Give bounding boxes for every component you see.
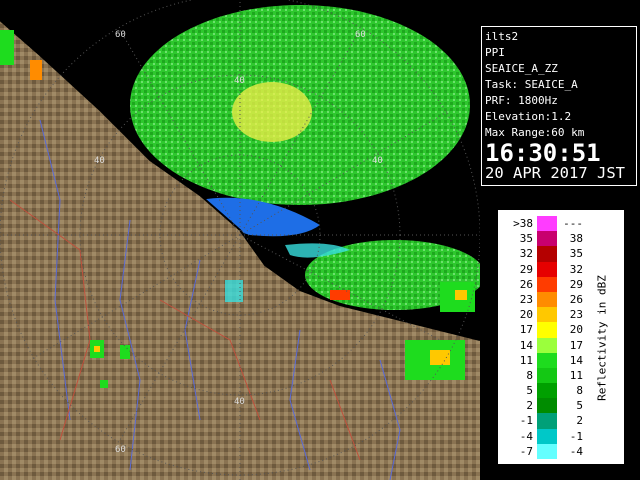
legend-swatch (537, 367, 557, 384)
legend-lower-bound: 29 (519, 262, 533, 276)
legend-lower-bound: 14 (519, 338, 533, 352)
legend-row: -1 2 (507, 413, 587, 429)
legend-row: 29 32 (507, 261, 587, 277)
legend-row: 23 26 (507, 291, 587, 308)
legend-row: 20 23 (507, 307, 587, 323)
legend-row: 25 (507, 398, 587, 414)
legend-lower-bound: 17 (519, 323, 533, 337)
scan-date: 20 APR 2017 JST (485, 164, 625, 182)
legend-swatch (537, 398, 557, 414)
reflectivity-legend: >38 --- 35 38 32 35 29 32 26 29 23 26 20 23 17 20 14 17 11… (498, 210, 624, 464)
legend-upper-bound: 35 (569, 247, 583, 261)
scan-info-panel: ilts2 PPI SEAICE_A_ZZ Task: SEAICE_A PRF… (481, 26, 637, 186)
legend-swatch (537, 231, 557, 247)
legend-swatch (537, 383, 557, 399)
range-label: 40 (94, 156, 105, 166)
legend-upper-bound: 20 (569, 323, 583, 337)
legend-swatch (537, 261, 557, 277)
legend-lower-bound: 8 (526, 368, 533, 382)
legend-row: 35 38 (507, 231, 587, 247)
scan-time: 16:30:51 (485, 139, 601, 167)
legend-lower-bound: 20 (519, 308, 533, 322)
legend-lower-bound: 26 (519, 277, 533, 291)
radar-ppi-display[interactable]: 60 40 40 60 40 40 60 (0, 0, 480, 480)
legend-swatch (537, 443, 557, 459)
task-name: Task: SEAICE_A (485, 78, 578, 91)
legend-row: 26 29 (507, 276, 587, 292)
station-name: ilts2 (485, 30, 519, 43)
legend-lower-bound: -7 (519, 444, 533, 458)
legend-upper-bound: --- (563, 217, 583, 230)
legend-swatch (537, 246, 557, 262)
legend-swatch (537, 322, 557, 338)
legend-swatch (537, 337, 557, 353)
product-name: SEAICE_A_ZZ (485, 62, 558, 75)
legend-swatch (537, 291, 557, 308)
legend-row: 14 17 (507, 337, 587, 353)
legend-lower-bound: -1 (519, 414, 533, 428)
legend-row: >38 --- (507, 216, 587, 232)
legend-lower-bound: 11 (519, 353, 533, 367)
range-label: 60 (115, 30, 126, 40)
legend-upper-bound: 11 (569, 368, 583, 382)
range-label: 40 (372, 156, 383, 166)
legend-row: 32 35 (507, 246, 587, 262)
legend-lower-bound: >38 (513, 217, 533, 230)
legend-upper-bound: -4 (569, 444, 583, 458)
legend-lower-bound: 35 (519, 232, 533, 246)
legend-row: -7 -4 (507, 443, 587, 459)
legend-lower-bound: 23 (519, 292, 533, 306)
legend-title: Reflectivity in dBZ (595, 275, 609, 401)
legend-swatch (537, 276, 557, 292)
legend-lower-bound: 2 (526, 399, 533, 413)
legend-row: 11 14 (507, 352, 587, 368)
legend-upper-bound: 14 (569, 353, 583, 367)
range-label: 40 (234, 76, 245, 86)
legend-swatch (537, 216, 557, 232)
legend-swatch (537, 307, 557, 323)
legend-upper-bound: 2 (576, 414, 583, 428)
legend-title-box: Reflectivity in dBZ (587, 211, 617, 465)
range-label: 60 (115, 445, 126, 455)
legend-lower-bound: -4 (519, 429, 533, 443)
legend-upper-bound: 38 (569, 232, 583, 246)
legend-upper-bound: -1 (569, 429, 583, 443)
legend-row: 17 20 (507, 322, 587, 338)
legend-upper-bound: 5 (576, 399, 583, 413)
sea-echo-core (232, 82, 312, 142)
legend-upper-bound: 32 (569, 262, 583, 276)
range-label: 40 (234, 397, 245, 407)
scan-type: PPI (485, 46, 505, 59)
legend-row: -4 -1 (507, 428, 587, 444)
legend-row: 58 (507, 383, 587, 399)
legend-swatch (537, 413, 557, 429)
elevation-value: Elevation:1.2 (485, 110, 572, 123)
legend-swatch (537, 428, 557, 444)
range-label: 60 (355, 30, 366, 40)
legend-row: 8 11 (507, 367, 587, 384)
legend-upper-bound: 17 (569, 338, 583, 352)
legend-upper-bound: 8 (576, 384, 583, 398)
legend-upper-bound: 29 (569, 277, 583, 291)
legend-lower-bound: 32 (519, 247, 533, 261)
legend-lower-bound: 5 (526, 384, 533, 398)
prf-value: PRF: 1800Hz (485, 94, 558, 107)
legend-swatch (537, 352, 557, 368)
legend-rows: >38 --- 35 38 32 35 29 32 26 29 23 26 20 23 17 20 14 17 11… (507, 216, 587, 459)
legend-upper-bound: 23 (569, 308, 583, 322)
legend-upper-bound: 26 (569, 292, 583, 306)
